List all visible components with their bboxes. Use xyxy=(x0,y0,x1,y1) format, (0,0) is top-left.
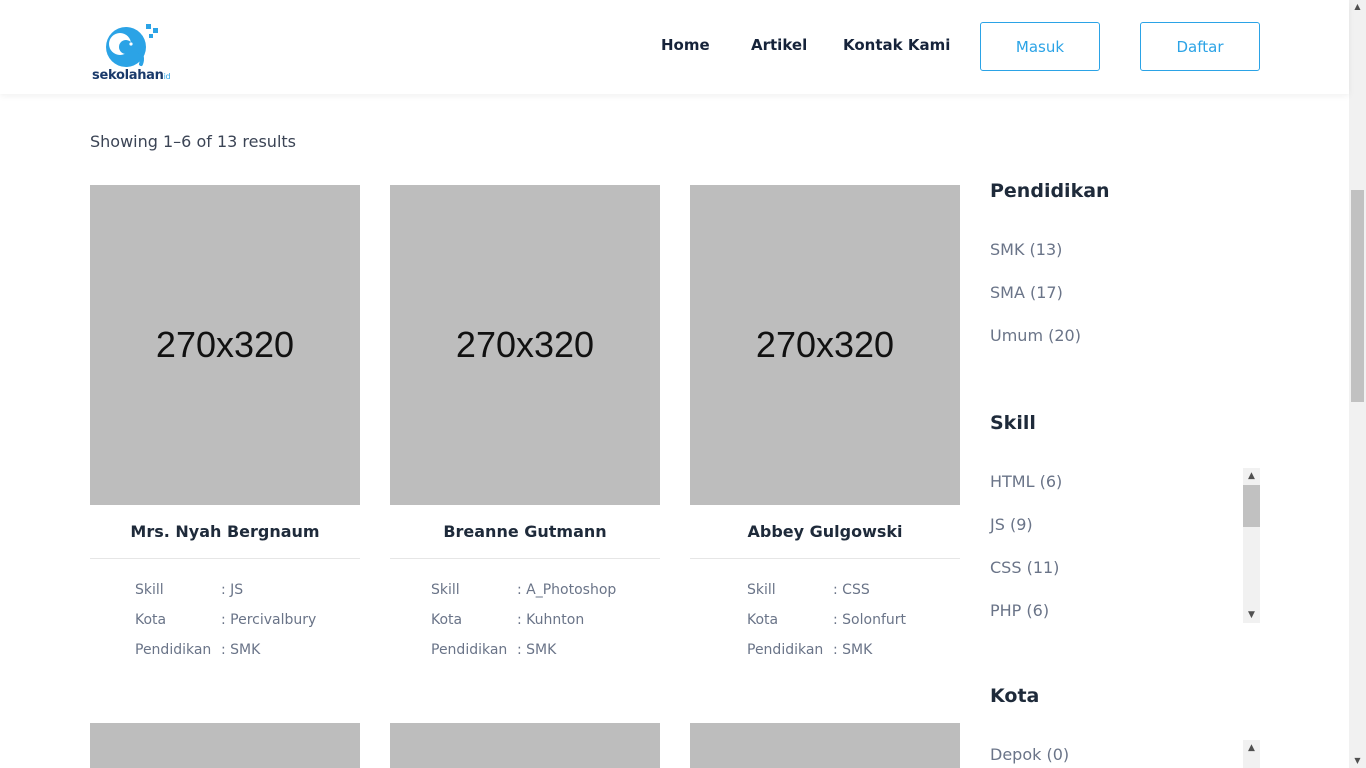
skill-value: : JS xyxy=(221,582,244,598)
daftar-button[interactable]: Daftar xyxy=(1140,22,1260,71)
pendidikan-value: : SMK xyxy=(833,642,873,658)
nav-home[interactable]: Home xyxy=(661,36,710,54)
masuk-button[interactable]: Masuk xyxy=(980,22,1100,71)
profile-image-placeholder: 270x320 xyxy=(390,185,660,505)
profile-image-placeholder: 270x320 xyxy=(90,185,360,505)
profile-image-placeholder[interactable] xyxy=(390,723,660,768)
pendidikan-label: Pendidikan xyxy=(135,642,212,658)
scroll-up-icon[interactable]: ▲ xyxy=(1349,0,1366,14)
profile-name[interactable]: Breanne Gutmann xyxy=(390,505,660,559)
profile-card[interactable]: 270x320 Mrs. Nyah Bergnaum xyxy=(90,185,360,559)
kota-value: : Percivalbury xyxy=(221,612,317,628)
skill-label: Skill xyxy=(747,582,776,598)
filter-item-umum[interactable]: Umum (20) xyxy=(990,326,1081,345)
chevron-up-icon[interactable]: ▲ xyxy=(1243,468,1260,484)
results-count: Showing 1–6 of 13 results xyxy=(90,132,296,151)
chevron-down-icon[interactable]: ▼ xyxy=(1243,607,1260,623)
filter-item-html[interactable]: HTML (6) xyxy=(990,472,1062,491)
filter-item-smk[interactable]: SMK (13) xyxy=(990,240,1062,259)
kota-value: : Kuhnton xyxy=(517,612,585,628)
kota-list-scrollbar[interactable]: ▲ xyxy=(1243,740,1260,768)
kota-value: : Solonfurt xyxy=(833,612,906,628)
skill-filter-title: Skill xyxy=(990,412,1036,434)
kota-label: Kota xyxy=(135,612,167,628)
page-scrollbar[interactable]: ▲ ▼ xyxy=(1349,0,1366,768)
kota-filter-title: Kota xyxy=(990,685,1040,707)
profile-card[interactable]: 270x320 Breanne Gutmann xyxy=(390,185,660,559)
scroll-down-icon[interactable]: ▼ xyxy=(1349,754,1366,768)
kota-label: Kota xyxy=(747,612,779,628)
nav-artikel[interactable]: Artikel xyxy=(751,36,807,54)
site-logo[interactable]: sekolahanid xyxy=(90,22,180,84)
profile-image-placeholder: 270x320 xyxy=(690,185,960,505)
skill-list-scrollbar-thumb[interactable] xyxy=(1243,485,1260,527)
nav-kontak-kami[interactable]: Kontak Kami xyxy=(843,36,950,54)
profile-card[interactable]: 270x320 Abbey Gulgowski xyxy=(690,185,960,559)
profile-image-placeholder[interactable] xyxy=(90,723,360,768)
page-scrollbar-thumb[interactable] xyxy=(1351,190,1364,402)
skill-value: : A_Photoshop xyxy=(517,582,617,598)
skill-label: Skill xyxy=(431,582,460,598)
filter-item-depok[interactable]: Depok (0) xyxy=(990,745,1069,764)
elephant-logo-icon xyxy=(106,24,158,67)
profile-name[interactable]: Mrs. Nyah Bergnaum xyxy=(90,505,360,559)
filter-item-php[interactable]: PHP (6) xyxy=(990,601,1049,620)
filter-item-js[interactable]: JS (9) xyxy=(990,515,1033,534)
profile-image-placeholder[interactable] xyxy=(690,723,960,768)
pendidikan-label: Pendidikan xyxy=(747,642,824,658)
filter-item-css[interactable]: CSS (11) xyxy=(990,558,1059,577)
profile-name[interactable]: Abbey Gulgowski xyxy=(690,505,960,559)
kota-label: Kota xyxy=(431,612,463,628)
pendidikan-filter-title: Pendidikan xyxy=(990,180,1110,202)
pendidikan-label: Pendidikan xyxy=(431,642,508,658)
pendidikan-value: : SMK xyxy=(517,642,557,658)
site-header: sekolahanid Home Artikel Kontak Kami Mas… xyxy=(0,0,1349,94)
logo-wordmark: sekolahanid xyxy=(92,68,171,83)
skill-label: Skill xyxy=(135,582,164,598)
pendidikan-value: : SMK xyxy=(221,642,261,658)
chevron-up-icon[interactable]: ▲ xyxy=(1243,740,1260,756)
skill-value: : CSS xyxy=(833,582,870,598)
skill-list-scrollbar[interactable]: ▲ ▼ xyxy=(1243,468,1260,623)
filter-item-sma[interactable]: SMA (17) xyxy=(990,283,1063,302)
